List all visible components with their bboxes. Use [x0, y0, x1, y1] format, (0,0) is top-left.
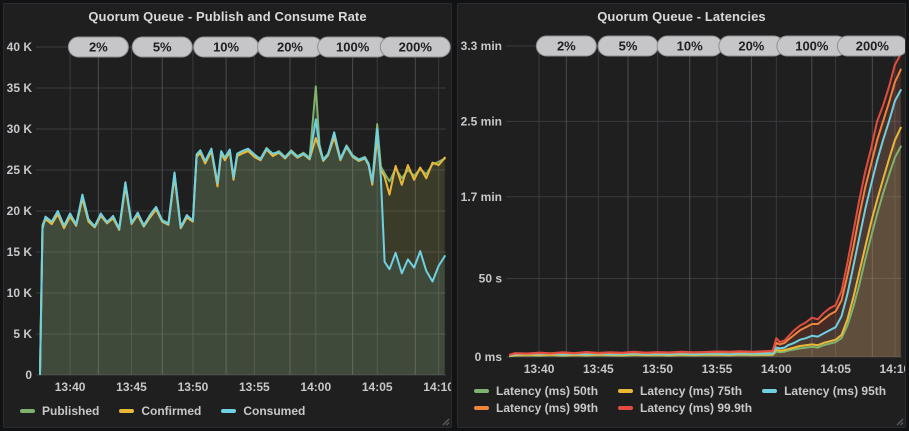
legend-swatch	[221, 409, 236, 413]
series-line-latency-ms-95th	[510, 90, 901, 355]
annotation-pill[interactable]: 20%	[719, 36, 784, 56]
legend-item-latency-ms-75th[interactable]: Latency (ms) 75th	[618, 384, 742, 398]
annotation-pill-label: 10%	[677, 39, 703, 54]
legend-label: Latency (ms) 75th	[640, 384, 742, 398]
panel-title[interactable]: Quorum Queue - Publish and Consume Rate	[88, 9, 366, 24]
panel-header: Quorum Queue - Latencies	[458, 4, 905, 29]
legend-swatch	[618, 389, 633, 393]
annotation-pill-label: 200%	[399, 40, 433, 55]
x-axis-label: 13:55	[239, 380, 270, 394]
annotation-pill-label: 100%	[795, 39, 829, 54]
y-axis-label: 10 K	[7, 286, 33, 300]
y-axis-label: 50 s	[479, 271, 503, 285]
y-axis-label: 1.7 min	[461, 190, 502, 204]
x-axis-label: 14:00	[300, 380, 331, 394]
x-axis-label: 13:45	[583, 362, 614, 376]
legend-publish-consume: Published Confirmed Consumed	[4, 401, 451, 418]
x-axis-label: 13:50	[178, 380, 209, 394]
y-axis-label: 40 K	[7, 40, 33, 54]
x-axis-label: 13:40	[55, 380, 86, 394]
y-axis-label: 30 K	[7, 122, 33, 136]
legend-item-latency-ms-99th[interactable]: Latency (ms) 99th	[474, 401, 598, 415]
legend-swatch	[618, 406, 633, 410]
x-axis-label: 14:05	[362, 380, 393, 394]
annotation-pill-label: 5%	[153, 40, 172, 55]
chart-canvas[interactable]: 0 ms 50 s 1.7 min 2.5 min 3.3 min 13:40 13:45 1…	[458, 29, 905, 381]
chart-canvas[interactable]: 0 5 K 10 K 15 K 20 K 25 K 30 K 35 K 40 K 13:40 13:…	[4, 29, 451, 401]
annotation-pill[interactable]: 100%	[777, 36, 847, 56]
y-axis-label: 0 ms	[475, 350, 503, 364]
legend-swatch	[474, 389, 489, 393]
annotation-pill-label: 2%	[89, 40, 108, 55]
panel-publish-consume-rate: Quorum Queue - Publish and Consume Rate …	[3, 3, 452, 428]
y-axis-label: 35 K	[7, 81, 33, 95]
x-axis-label: 14:05	[820, 362, 851, 376]
legend-item-latency-ms-99-9th[interactable]: Latency (ms) 99.9th	[618, 401, 752, 415]
panel-title[interactable]: Quorum Queue - Latencies	[597, 9, 766, 24]
panel-latencies: Quorum Queue - Latencies 0 ms 50 s 1.7 min…	[457, 3, 906, 428]
y-axis-label: 3.3 min	[461, 39, 502, 53]
y-axis-label: 0	[25, 368, 32, 382]
y-axis-label: 5 K	[13, 327, 32, 341]
annotation-pill[interactable]: 5%	[132, 37, 192, 57]
legend-item-consumed[interactable]: Consumed	[221, 404, 305, 418]
legend-item-latency-ms-95th[interactable]: Latency (ms) 95th	[762, 384, 886, 398]
annotation-pill[interactable]: 100%	[318, 37, 388, 57]
annotation-pill[interactable]: 20%	[257, 37, 322, 57]
x-axis-label: 14:00	[761, 362, 792, 376]
legend-item-latency-ms-50th[interactable]: Latency (ms) 50th	[474, 384, 598, 398]
legend-swatch	[20, 409, 35, 413]
legend-latencies: Latency (ms) 50th Latency (ms) 75th Latenc…	[458, 381, 905, 415]
dashboard: Quorum Queue - Publish and Consume Rate …	[0, 0, 909, 431]
x-axis-label: 13:40	[524, 362, 555, 376]
annotation-pill-label: 2%	[557, 39, 576, 54]
legend-item-published[interactable]: Published	[20, 404, 99, 418]
annotation-pill[interactable]: 200%	[837, 36, 906, 56]
annotation-pill-label: 100%	[336, 40, 370, 55]
y-axis-label: 15 K	[7, 245, 33, 259]
annotation-pill-label: 5%	[619, 39, 638, 54]
legend-label: Consumed	[243, 404, 305, 418]
annotation-pill-label: 10%	[213, 40, 239, 55]
panel-header: Quorum Queue - Publish and Consume Rate	[4, 4, 451, 29]
legend-item-confirmed[interactable]: Confirmed	[119, 404, 201, 418]
legend-label: Latency (ms) 99.9th	[640, 401, 752, 415]
annotation-pill-label: 200%	[856, 39, 890, 54]
annotation-pill[interactable]: 5%	[598, 36, 658, 56]
x-axis-label: 13:50	[642, 362, 673, 376]
annotation-pill[interactable]: 2%	[536, 36, 596, 56]
x-axis-label: 13:45	[116, 380, 147, 394]
chart-publish-consume-rate[interactable]: 0 5 K 10 K 15 K 20 K 25 K 30 K 35 K 40 K 13:40 13:…	[4, 29, 451, 401]
legend-label: Latency (ms) 50th	[496, 384, 598, 398]
x-axis-label: 14:10	[423, 380, 452, 394]
annotation-pill-label: 20%	[738, 39, 764, 54]
annotation-pill-label: 20%	[277, 40, 303, 55]
y-axis-label: 25 K	[7, 163, 33, 177]
annotation-pill[interactable]: 200%	[380, 37, 450, 57]
legend-label: Confirmed	[141, 404, 201, 418]
legend-label: Published	[42, 404, 99, 418]
legend-label: Latency (ms) 99th	[496, 401, 598, 415]
legend-swatch	[474, 406, 489, 410]
x-axis-label: 13:55	[702, 362, 733, 376]
panel-resize-handle[interactable]	[894, 416, 904, 426]
panel-resize-handle[interactable]	[440, 416, 450, 426]
y-axis-label: 20 K	[7, 204, 33, 218]
annotation-pill[interactable]: 10%	[194, 37, 259, 57]
y-axis-label: 2.5 min	[461, 114, 502, 128]
annotation-pill[interactable]: 10%	[657, 36, 722, 56]
legend-label: Latency (ms) 95th	[784, 384, 886, 398]
chart-latencies[interactable]: 0 ms 50 s 1.7 min 2.5 min 3.3 min 13:40 13:45 1…	[458, 29, 905, 381]
x-axis-label: 14:10	[880, 362, 906, 376]
annotation-pill[interactable]: 2%	[68, 37, 128, 57]
legend-swatch	[119, 409, 134, 413]
legend-swatch	[762, 389, 777, 393]
